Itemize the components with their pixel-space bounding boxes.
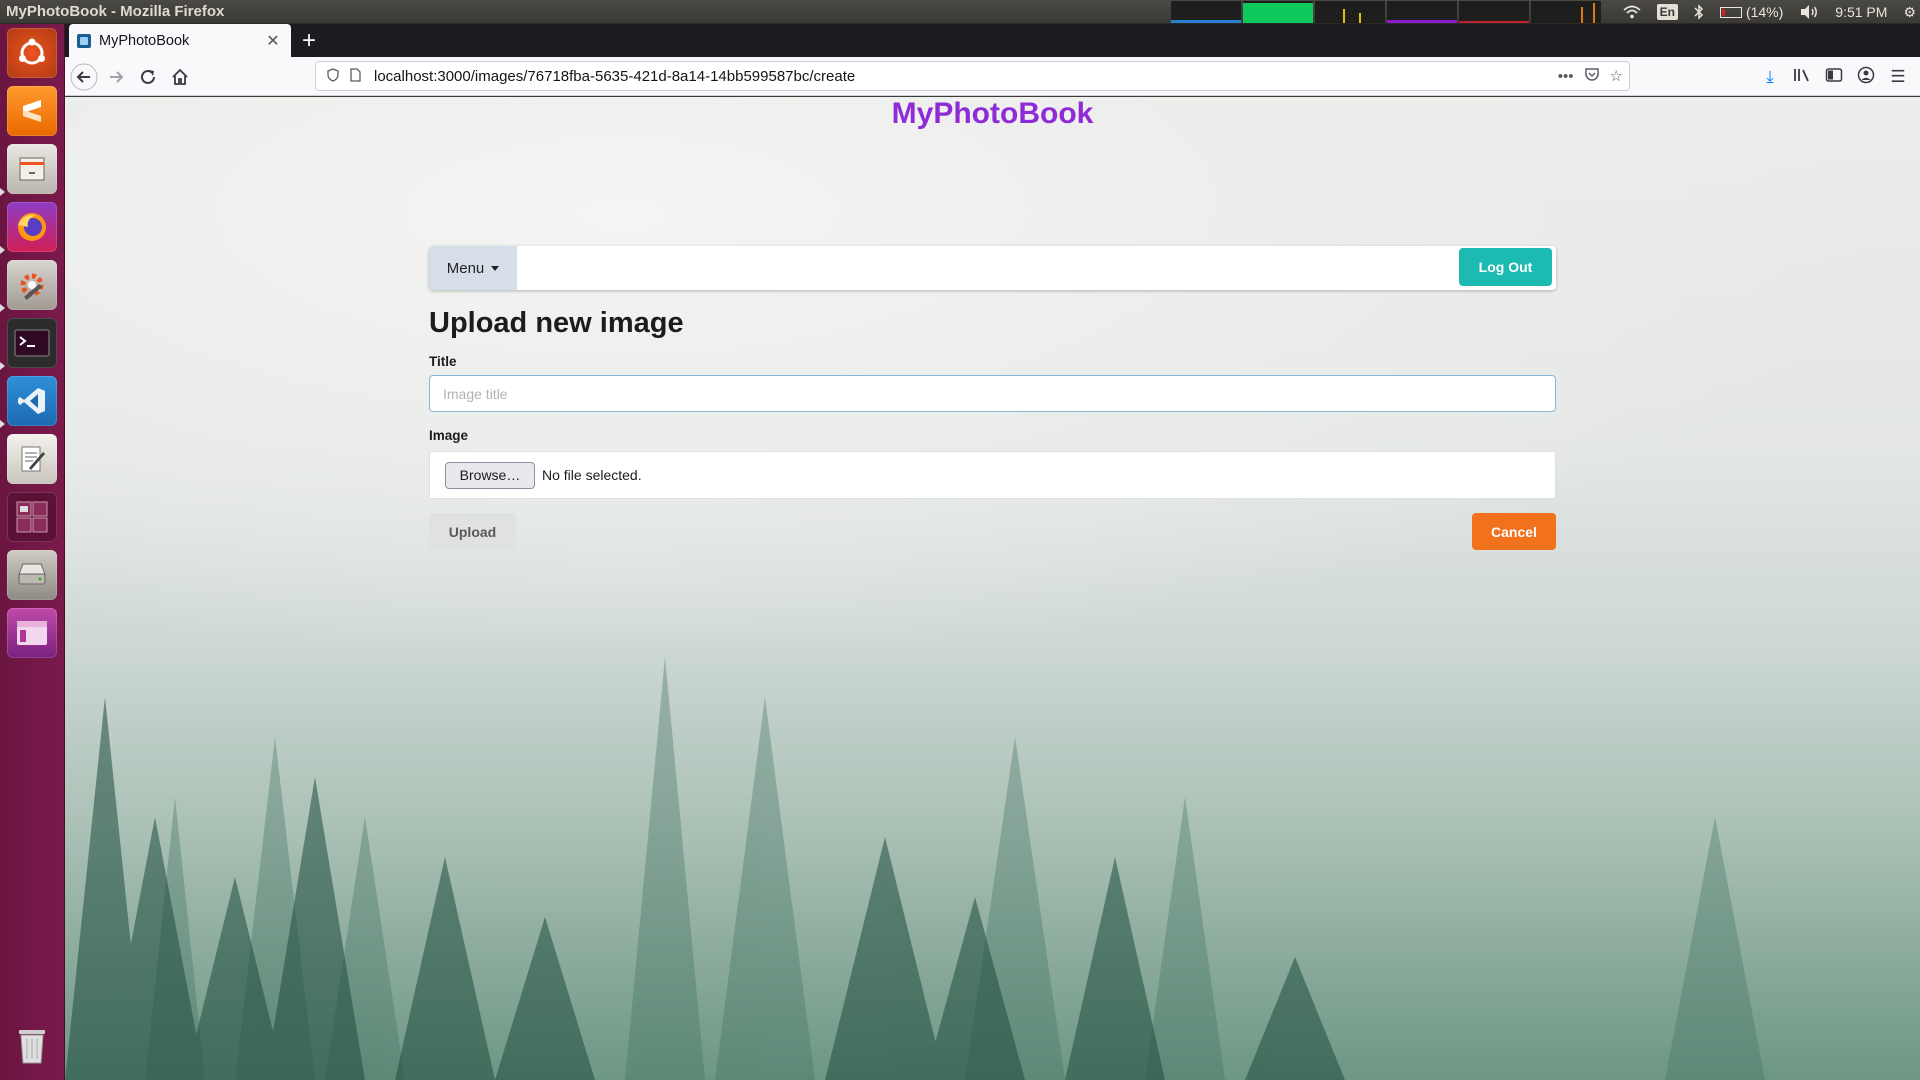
account-icon[interactable] xyxy=(1850,66,1882,89)
upload-button[interactable]: Upload xyxy=(429,513,516,550)
page-heading: Upload new image xyxy=(429,307,684,339)
upload-form-container: Menu Log Out Upload new image Title Imag… xyxy=(429,246,1556,550)
site-title[interactable]: MyPhotoBook xyxy=(65,97,1920,131)
keyboard-layout-indicator[interactable]: En xyxy=(1656,4,1678,20)
url-actions: ••• ☆ xyxy=(1548,62,1623,90)
clock[interactable]: 9:51 PM xyxy=(1835,4,1887,20)
url-bar[interactable]: localhost:3000/images/76718fba-5635-421d… xyxy=(315,61,1630,91)
window-app-icon[interactable] xyxy=(7,608,57,658)
url-text[interactable]: localhost:3000/images/76718fba-5635-421d… xyxy=(374,68,855,85)
sidebar-icon[interactable] xyxy=(1818,67,1850,88)
system-tray: En (14%) 9:51 PM ⚙ xyxy=(1170,0,1920,24)
library-icon[interactable] xyxy=(1786,67,1818,88)
file-status: No file selected. xyxy=(542,467,642,483)
running-indicator xyxy=(0,246,5,254)
disk-monitor-graph[interactable] xyxy=(1530,1,1601,23)
forest-background xyxy=(65,657,1765,1080)
shield-icon[interactable] xyxy=(322,67,344,85)
load-monitor-graph[interactable] xyxy=(1458,1,1529,23)
network-monitor-graph[interactable] xyxy=(1314,1,1385,23)
window-title: MyPhotoBook - Mozilla Firefox xyxy=(6,3,225,20)
navigation-toolbar: localhost:3000/images/76718fba-5635-421d… xyxy=(65,57,1920,96)
keyboard-layout-label: En xyxy=(1656,4,1678,20)
caret-down-icon xyxy=(491,265,500,271)
file-cabinet-icon[interactable] xyxy=(7,144,57,194)
hamburger-menu-icon[interactable]: ☰ xyxy=(1882,67,1914,87)
home-button[interactable] xyxy=(165,62,195,92)
back-button[interactable] xyxy=(69,62,99,92)
sublime-text-icon[interactable] xyxy=(7,86,57,136)
cancel-button[interactable]: Cancel xyxy=(1472,513,1556,550)
running-indicator xyxy=(0,304,5,312)
swap-monitor-graph[interactable] xyxy=(1386,1,1457,23)
image-label: Image xyxy=(429,428,469,443)
gear-icon[interactable]: ⚙ xyxy=(1903,4,1916,21)
volume-icon[interactable] xyxy=(1799,4,1819,20)
launcher xyxy=(0,24,65,1080)
battery-icon xyxy=(1719,6,1742,18)
pocket-icon[interactable] xyxy=(1584,66,1600,86)
page-viewport: MyPhotoBook Menu Log Out Upload new imag… xyxy=(65,97,1920,1080)
app-menu-bar: Menu Log Out xyxy=(429,246,1556,290)
battery-indicator[interactable]: (14%) xyxy=(1719,4,1784,20)
vscode-icon[interactable] xyxy=(7,376,57,426)
tab-title: MyPhotoBook xyxy=(99,32,190,49)
more-actions-icon[interactable]: ••• xyxy=(1558,68,1574,85)
workspace-switcher-icon[interactable] xyxy=(7,492,57,542)
ubuntu-dash-icon[interactable] xyxy=(7,28,57,78)
tab-myphotobook[interactable]: MyPhotoBook ✕ xyxy=(69,24,291,57)
form-actions: Upload Cancel xyxy=(429,513,1556,550)
favicon-icon xyxy=(77,33,91,48)
cpu-monitor-graph[interactable] xyxy=(1170,1,1241,23)
disk-drive-icon[interactable] xyxy=(7,550,57,600)
toolbar-right: ⤓ ☰ xyxy=(1754,62,1914,92)
running-indicator xyxy=(0,420,5,428)
logout-button[interactable]: Log Out xyxy=(1459,248,1552,286)
running-indicator xyxy=(0,188,5,196)
new-tab-button[interactable]: + xyxy=(293,24,325,57)
battery-level-fill xyxy=(1721,8,1725,16)
menu-dropdown[interactable]: Menu xyxy=(429,246,517,290)
system-settings-icon[interactable] xyxy=(7,260,57,310)
menu-label: Menu xyxy=(446,259,485,277)
page-icon[interactable] xyxy=(344,67,366,85)
close-icon[interactable]: ✕ xyxy=(263,31,283,51)
terminal-icon[interactable] xyxy=(7,318,57,368)
image-file-field[interactable]: Browse… No file selected. xyxy=(429,451,1556,499)
wifi-icon[interactable] xyxy=(1623,5,1641,19)
reload-button[interactable] xyxy=(133,62,163,92)
memory-monitor-graph[interactable] xyxy=(1242,1,1313,23)
top-panel: MyPhotoBook - Mozilla Firefox En (14%) 9… xyxy=(0,0,1920,24)
bookmark-star-icon[interactable]: ☆ xyxy=(1610,67,1623,85)
title-label: Title xyxy=(429,354,457,369)
title-input[interactable] xyxy=(429,375,1556,412)
firefox-icon[interactable] xyxy=(7,202,57,252)
text-editor-icon[interactable] xyxy=(7,434,57,484)
tab-bar: MyPhotoBook ✕ + xyxy=(65,24,1920,57)
running-indicator xyxy=(0,362,5,370)
bluetooth-icon[interactable] xyxy=(1694,4,1704,20)
battery-percent: (14%) xyxy=(1745,4,1784,20)
forward-button[interactable] xyxy=(101,62,131,92)
downloads-icon[interactable]: ⤓ xyxy=(1754,67,1786,87)
trash-icon[interactable] xyxy=(7,1020,57,1070)
browse-button[interactable]: Browse… xyxy=(445,461,535,489)
